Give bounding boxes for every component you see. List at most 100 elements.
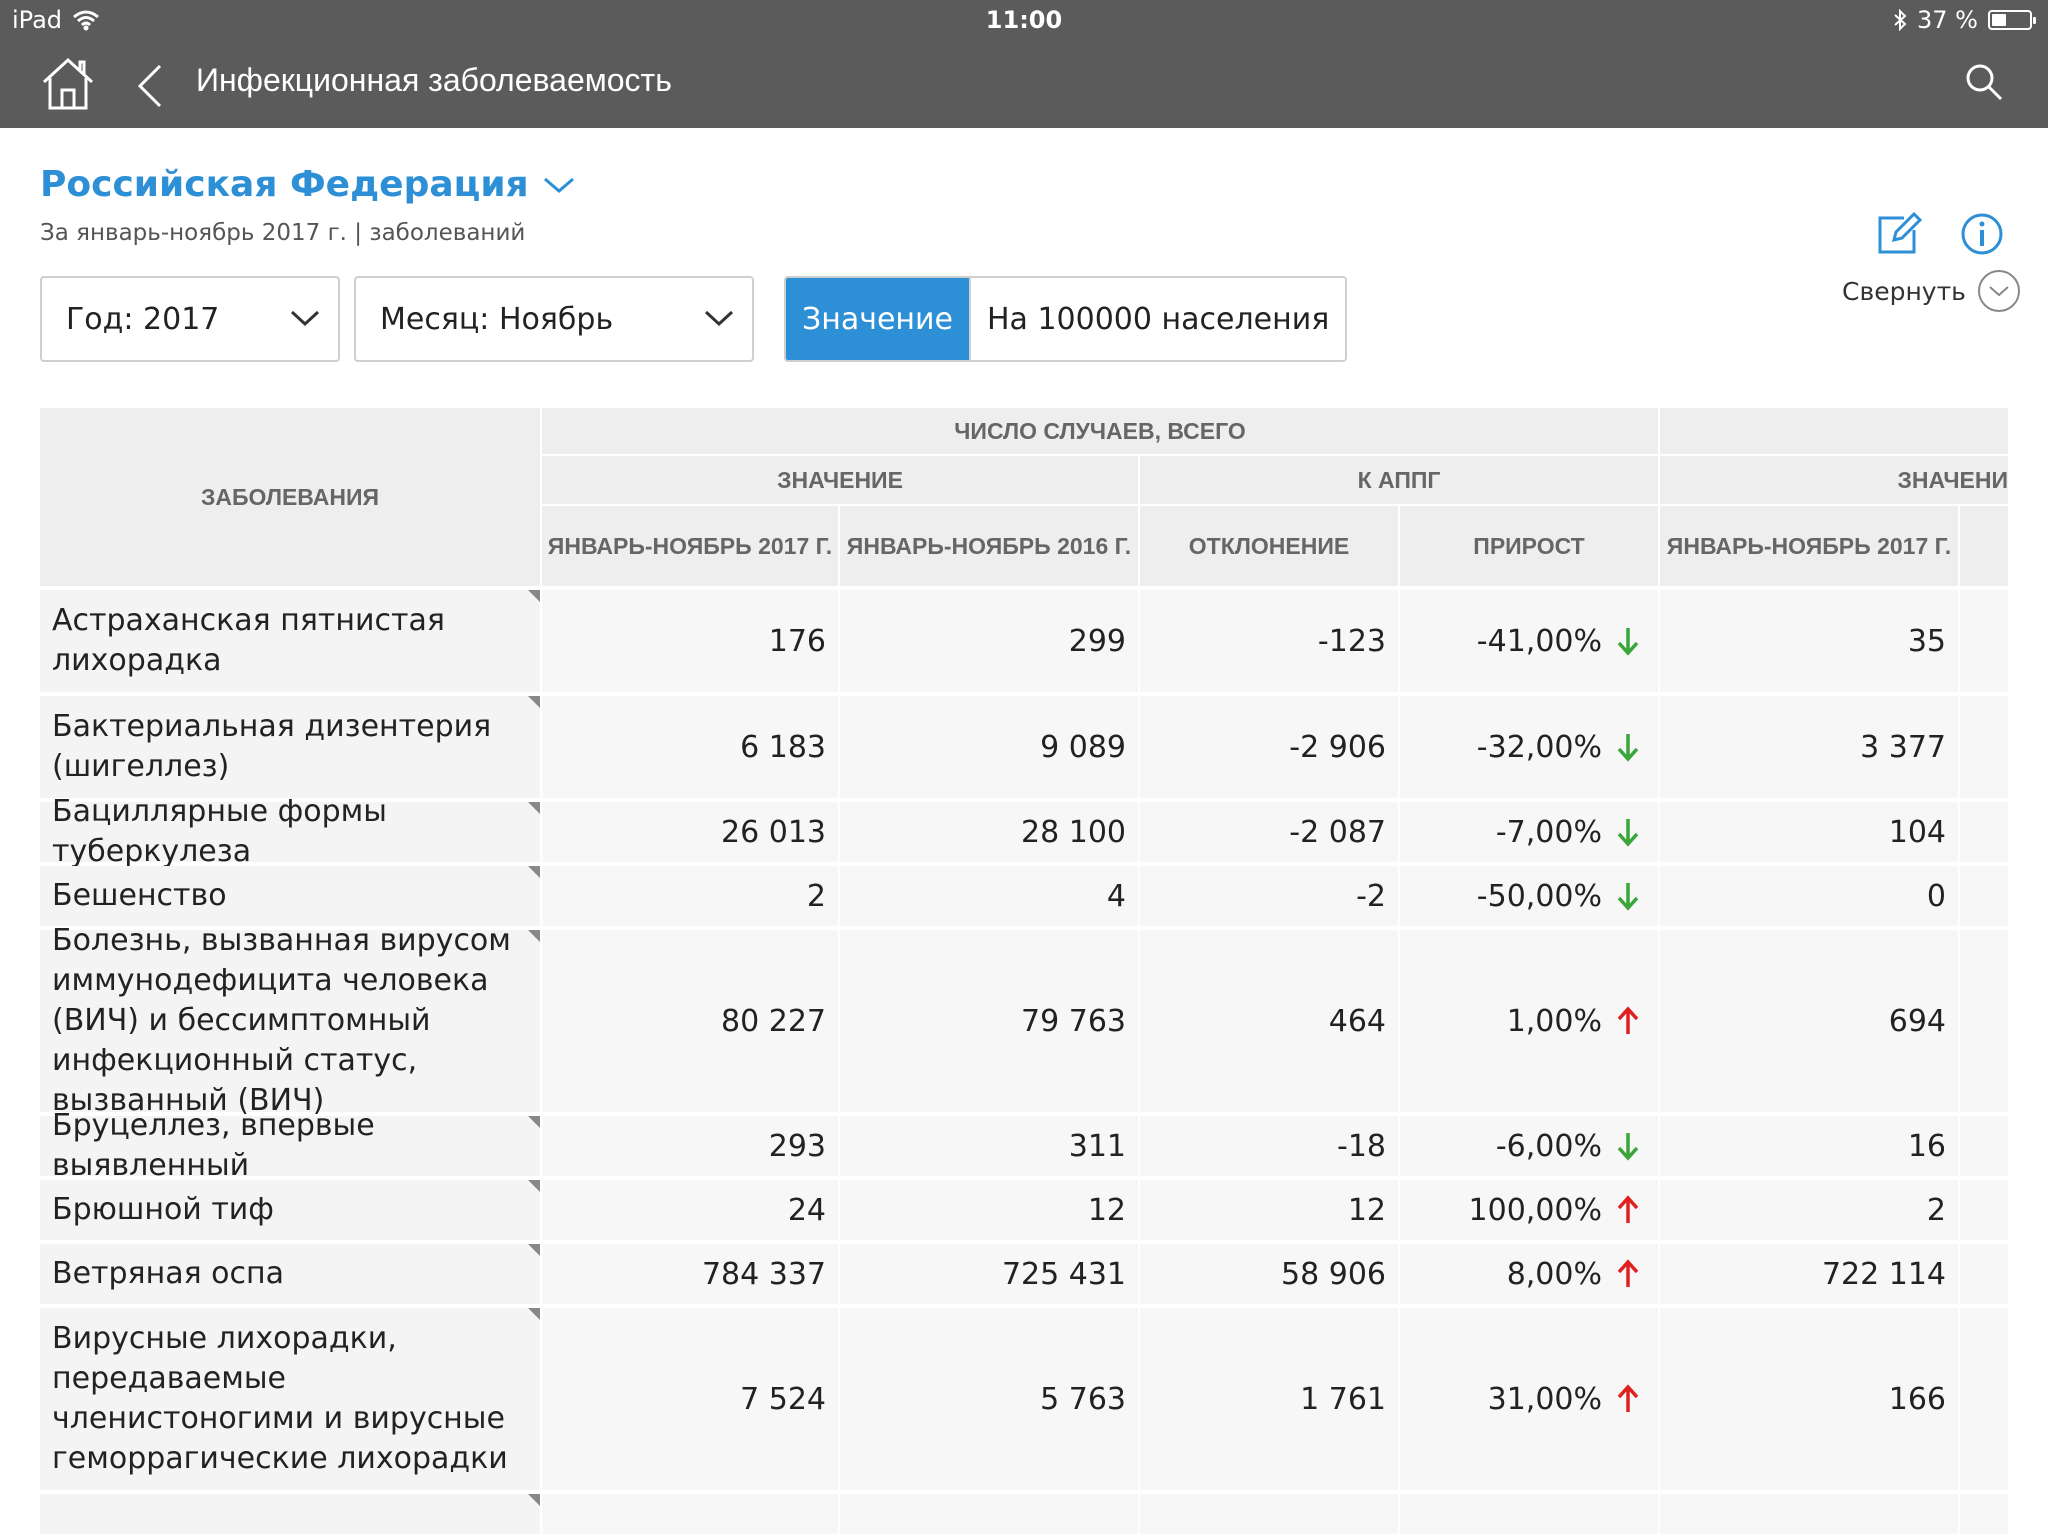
expand-corner-icon[interactable] bbox=[528, 866, 540, 878]
value-growth: 100,00% bbox=[1468, 1192, 1602, 1228]
table-row[interactable]: Бактериальная дизентерия (шигеллез) 6 183… bbox=[40, 696, 2008, 802]
disease-name[interactable]: Болезнь, вызванная вирусом иммунодефицит… bbox=[40, 923, 540, 1118]
cell-v2017: 784 337 bbox=[542, 1244, 838, 1304]
cell-v2017: 26 013 bbox=[542, 802, 838, 862]
col-header-growth[interactable]: ПРИРОСТ bbox=[1400, 506, 1658, 586]
cell-v2: 0 bbox=[1660, 866, 1958, 926]
cell-v2017: 7 524 bbox=[542, 1308, 838, 1490]
region-selector[interactable]: Российская Федерация bbox=[40, 164, 575, 205]
expand-corner-icon[interactable] bbox=[528, 1308, 540, 1320]
arrow-down-icon bbox=[1617, 628, 1639, 656]
disease-name[interactable]: Бактериальная дизентерия (шигеллез) bbox=[40, 696, 540, 798]
toggle-per-100k[interactable]: На 100000 населения bbox=[968, 278, 1346, 360]
cell-v2016: 299 bbox=[840, 590, 1138, 692]
back-icon[interactable] bbox=[136, 64, 164, 108]
cell-growth: -32,00% bbox=[1400, 696, 1658, 798]
cell-v2: 104 bbox=[1660, 802, 1958, 862]
value-v2016: 725 431 bbox=[1001, 1256, 1126, 1292]
value-dev: 58 906 bbox=[1281, 1256, 1386, 1292]
home-icon[interactable] bbox=[40, 56, 96, 112]
chevron-down-icon bbox=[290, 310, 320, 327]
col-header-value2-2017[interactable]: ЯНВАРЬ-НОЯБРЬ 2017 Г. bbox=[1660, 506, 1958, 586]
arrow-down-icon bbox=[1617, 1133, 1639, 1161]
search-icon[interactable] bbox=[1964, 62, 2004, 102]
region-label: Российская Федерация bbox=[40, 164, 529, 205]
table-row[interactable]: Болезнь, вызванная вирусом иммунодефицит… bbox=[40, 923, 2008, 1118]
appg-subheader: К АППГ bbox=[1140, 456, 1658, 504]
cell-v2017: 2 bbox=[542, 866, 838, 926]
cell-v2016: 79 763 bbox=[840, 930, 1138, 1112]
table-row[interactable]: Астраханская пятнистая лихорадка 176 299 -1… bbox=[40, 590, 2008, 696]
value-v2017: 6 183 bbox=[740, 729, 826, 765]
cell-growth: -6,00% bbox=[1400, 1116, 1658, 1176]
disease-name[interactable]: Бациллярные формы туберкулеза bbox=[40, 794, 540, 869]
page-title: Инфекционная заболеваемость bbox=[196, 62, 672, 98]
month-select-value: Месяц: Ноябрь bbox=[380, 301, 614, 337]
disease-name[interactable]: Брюшной тиф bbox=[40, 1180, 540, 1240]
diseases-column-header[interactable]: ЗАБОЛЕВАНИЯ bbox=[40, 408, 540, 586]
cell-v2: 2 bbox=[1660, 1180, 1958, 1240]
value-v2016: 9 089 bbox=[1040, 729, 1126, 765]
expand-corner-icon[interactable] bbox=[528, 696, 540, 708]
cell-v2: 35 bbox=[1660, 590, 1958, 692]
table-row[interactable]: Вирусные лихорадки, передаваемые членист… bbox=[40, 1308, 2008, 1494]
battery-percent: 37 % bbox=[1917, 6, 1978, 34]
table-row[interactable]: Брюшной тиф 24 12 12 100,00% 2 bbox=[40, 1180, 2008, 1244]
expand-corner-icon[interactable] bbox=[528, 1244, 540, 1256]
disease-name[interactable]: Бруцеллез, впервые выявленный bbox=[40, 1108, 540, 1183]
month-select[interactable]: Месяц: Ноябрь bbox=[354, 276, 754, 362]
value-dev: 464 bbox=[1328, 1003, 1386, 1039]
collapse-button[interactable]: Свернуть bbox=[1842, 270, 2020, 312]
col-header-2017[interactable]: ЯНВАРЬ-НОЯБРЬ 2017 Г. bbox=[542, 506, 838, 586]
expand-corner-icon[interactable] bbox=[528, 802, 540, 814]
disease-name-partial bbox=[40, 1494, 540, 1534]
arrow-up-icon bbox=[1617, 1384, 1639, 1412]
table-row[interactable]: Бациллярные формы туберкулеза 26 013 28 10… bbox=[40, 794, 2008, 869]
expand-corner-icon[interactable] bbox=[528, 930, 540, 942]
value-growth: 8,00% bbox=[1506, 1256, 1602, 1292]
cell-bg bbox=[1960, 1308, 2008, 1490]
chevron-down-circle-icon bbox=[1977, 270, 2020, 312]
cell-v2: 16 bbox=[1660, 1116, 1958, 1176]
cell-v2017: 24 bbox=[542, 1180, 838, 1240]
disease-name[interactable]: Ветряная оспа bbox=[40, 1244, 540, 1304]
cell-dev: 1 761 bbox=[1140, 1308, 1398, 1490]
expand-corner-icon bbox=[528, 1494, 540, 1506]
value-v2: 3 377 bbox=[1860, 729, 1946, 765]
toggle-value[interactable]: Значение bbox=[786, 278, 969, 360]
info-icon[interactable] bbox=[1960, 212, 2004, 256]
status-time: 11:00 bbox=[985, 6, 1063, 34]
col-header-deviation[interactable]: ОТКЛОНЕНИЕ bbox=[1140, 506, 1398, 586]
table-row[interactable]: Ветряная оспа 784 337 725 431 58 906 8,00% 72… bbox=[40, 1244, 2008, 1308]
value-v2: 694 bbox=[1888, 1003, 1946, 1039]
cell-growth: 1,00% bbox=[1400, 930, 1658, 1112]
cell-v2017: 80 227 bbox=[542, 930, 838, 1112]
value-growth: 31,00% bbox=[1487, 1381, 1602, 1417]
disease-name[interactable]: Вирусные лихорадки, передаваемые членист… bbox=[40, 1308, 540, 1490]
expand-corner-icon[interactable] bbox=[528, 1180, 540, 1192]
value-v2017: 80 227 bbox=[721, 1003, 826, 1039]
year-select[interactable]: Год: 2017 bbox=[40, 276, 340, 362]
cell-bg bbox=[1960, 590, 2008, 692]
table-row-partial bbox=[40, 1494, 2008, 1534]
cell-bg bbox=[1660, 1494, 1958, 1534]
value-mode-toggle[interactable]: Значение На 100000 населения bbox=[784, 276, 1348, 362]
cell-v2: 166 bbox=[1660, 1308, 1958, 1490]
value-v2016: 28 100 bbox=[1021, 814, 1126, 850]
col-header-2016[interactable]: ЯНВАРЬ-НОЯБРЬ 2016 Г. bbox=[840, 506, 1138, 586]
cell-bg bbox=[1960, 1116, 2008, 1176]
cell-dev: -18 bbox=[1140, 1116, 1398, 1176]
disease-name[interactable]: Бешенство bbox=[40, 866, 540, 926]
value-growth: -50,00% bbox=[1476, 878, 1602, 914]
cell-growth: -7,00% bbox=[1400, 802, 1658, 862]
cell-growth: -41,00% bbox=[1400, 590, 1658, 692]
cell-dev: 464 bbox=[1140, 930, 1398, 1112]
value-growth: 1,00% bbox=[1506, 1003, 1602, 1039]
table-row[interactable]: Бруцеллез, впервые выявленный 293 311 -18 -6… bbox=[40, 1108, 2008, 1183]
expand-corner-icon[interactable] bbox=[528, 1116, 540, 1128]
value-v2016: 4 bbox=[1106, 878, 1126, 914]
disease-name[interactable]: Астраханская пятнистая лихорадка bbox=[40, 590, 540, 692]
expand-corner-icon[interactable] bbox=[528, 590, 540, 602]
edit-icon[interactable] bbox=[1876, 210, 1922, 256]
value-v2016: 299 bbox=[1068, 623, 1126, 659]
